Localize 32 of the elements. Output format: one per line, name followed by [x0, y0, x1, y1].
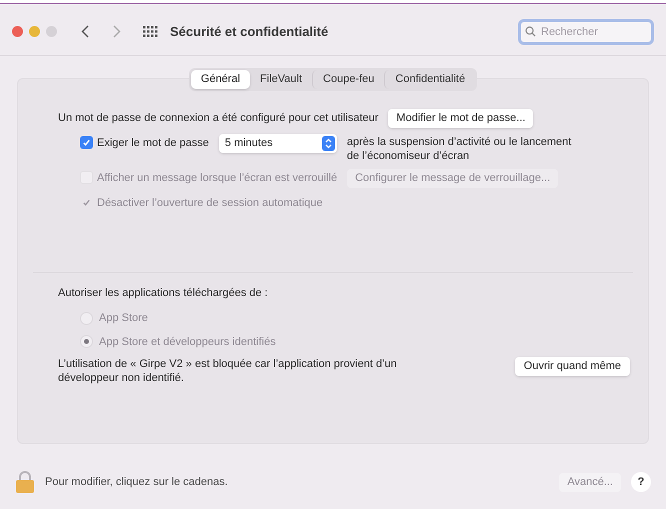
zoom-icon[interactable] — [46, 26, 57, 37]
downloads-heading: Autoriser les applications téléchargées de : — [58, 286, 268, 298]
blocked-app-message: L’utilisation de « Girpe V2 » est bloquée car l’application provient d’un développeur non identifié. — [58, 357, 398, 385]
checkmark-icon — [82, 198, 91, 207]
search-field[interactable]: Rechercher — [518, 18, 654, 44]
password-status-text: Un mot de passe de connexion a été configuré pour cet utilisateur — [58, 111, 378, 126]
window-title: Sécurité et confidentialité — [170, 22, 328, 41]
option-description: après la suspension d’activité ou le lancement de l’économiseur d’écran — [346, 135, 572, 163]
option-label: Afficher un message lorsque l’écran est verrouillé — [97, 171, 338, 186]
stepper-icon — [322, 136, 335, 151]
padlock-icon[interactable] — [15, 470, 35, 494]
tab[interactable]: Général — [190, 70, 250, 89]
minimize-icon[interactable] — [29, 26, 40, 37]
open-anyway-button[interactable]: Ouvrir quand même — [514, 357, 630, 376]
search-icon — [525, 26, 536, 36]
delay-dropdown[interactable]: 5 minutes — [218, 134, 337, 153]
tab[interactable]: FileVault — [250, 70, 312, 89]
close-icon[interactable] — [12, 26, 23, 37]
change-password-button[interactable]: Modifier le mot de passe... — [388, 109, 534, 128]
grid-icon[interactable] — [143, 26, 158, 38]
radio-label: App Store — [99, 311, 148, 326]
help-button[interactable]: ? — [631, 472, 651, 492]
tab[interactable]: Confidentialité — [384, 70, 476, 89]
forward-icon[interactable] — [113, 25, 121, 38]
checkbox[interactable] — [80, 136, 93, 149]
option-label: Exiger le mot de passe — [97, 136, 209, 151]
back-icon[interactable] — [81, 25, 89, 38]
radio-label: App Store et développeurs identifiés — [99, 334, 276, 350]
tab[interactable]: Coupe-feu — [312, 70, 384, 89]
lock-hint: Pour modifier, cliquez sur le cadenas. — [45, 474, 228, 490]
option-label: Désactiver l’ouverture de session automatique — [97, 196, 323, 211]
checkmark-icon — [82, 138, 91, 147]
